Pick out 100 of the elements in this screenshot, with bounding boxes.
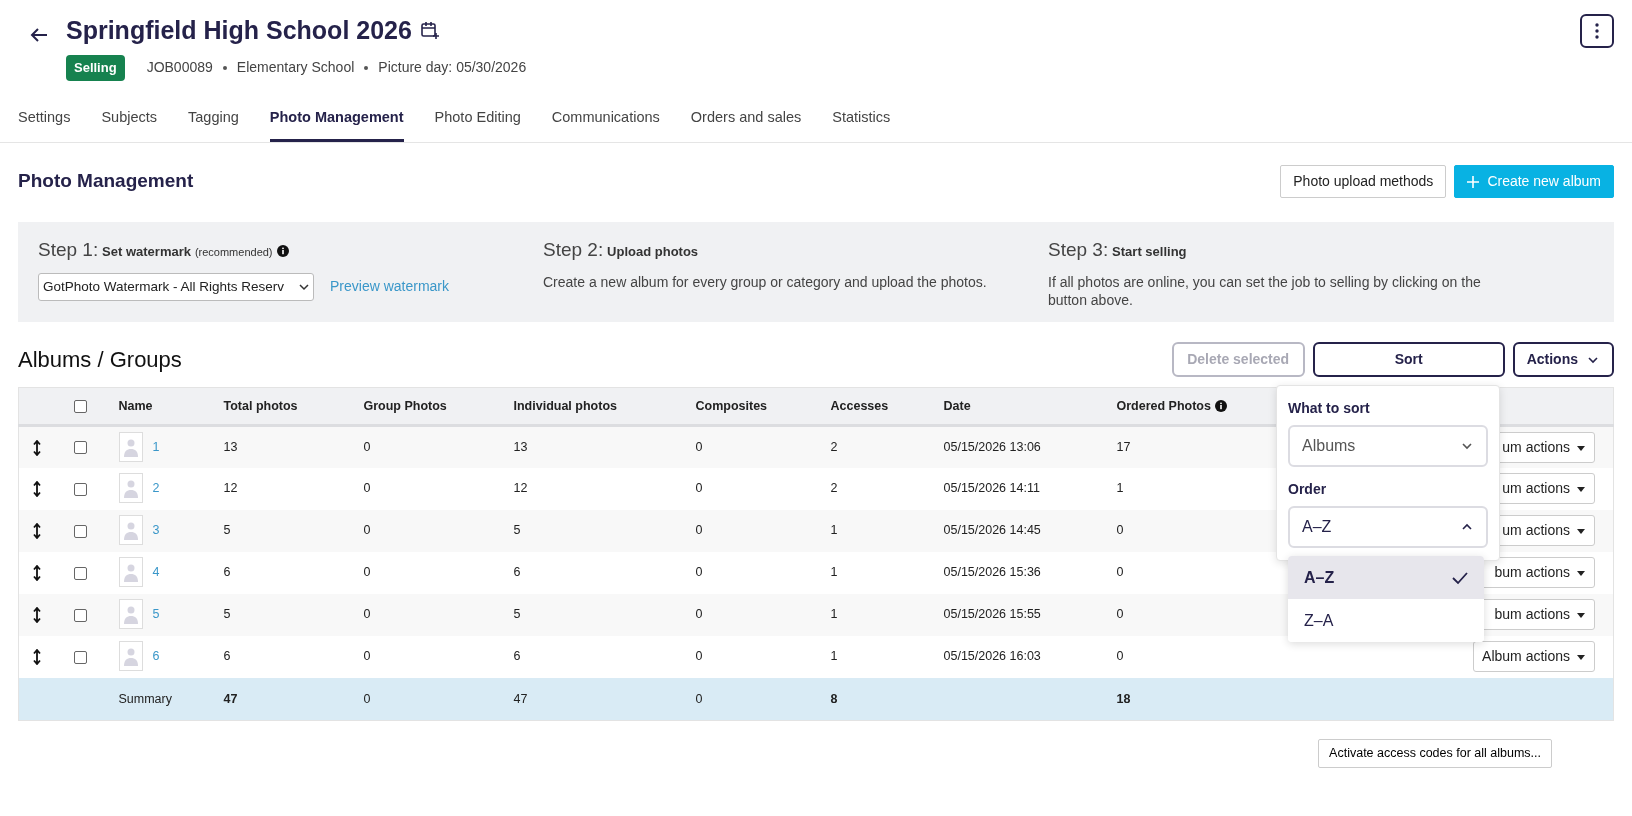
drag-handle-icon[interactable] <box>33 649 41 666</box>
summary-cell: 0 <box>363 691 371 706</box>
upload-methods-button[interactable]: Photo upload methods <box>1280 165 1447 199</box>
row-checkbox[interactable] <box>73 608 87 622</box>
column-header: Group Photos <box>363 398 447 413</box>
table-cell: 2 <box>830 440 838 455</box>
more-icon <box>1595 23 1599 39</box>
tab[interactable]: Communications <box>551 96 660 143</box>
caret-icon <box>1576 484 1586 493</box>
step-heading: Step 3: Start selling <box>1048 238 1187 263</box>
calendar-add-icon[interactable] <box>419 20 440 40</box>
table-cell: 6 <box>223 649 231 664</box>
actions-button[interactable]: Actions <box>1512 342 1614 378</box>
summary-label: Summary <box>118 691 172 706</box>
table-cell: 0 <box>695 481 703 496</box>
status-badge: Selling <box>66 55 125 81</box>
table-cell: 12 <box>223 481 238 496</box>
column-header: Ordered Photos <box>1116 397 1211 415</box>
table-cell: 0 <box>695 565 703 580</box>
caret-icon <box>1576 652 1586 661</box>
page-title: Springfield High School 2026 <box>66 15 412 45</box>
order-option[interactable]: A–Z <box>1288 556 1484 600</box>
drag-handle-icon[interactable] <box>33 565 41 582</box>
what-to-sort-label: What to sort <box>1288 399 1371 419</box>
table-cell: 0 <box>1116 565 1124 580</box>
table-cell: 05/15/2026 13:06 <box>943 440 1041 455</box>
caret-icon <box>1576 610 1586 619</box>
album-actions-button[interactable]: Album actions <box>1473 641 1595 673</box>
album-thumbnail <box>118 432 143 463</box>
table-cell: 05/15/2026 14:45 <box>943 523 1041 538</box>
order-option[interactable]: Z–A <box>1288 599 1484 643</box>
summary-cell: 47 <box>513 691 528 706</box>
what-to-sort-select[interactable]: Albums <box>1288 425 1488 468</box>
select-all-checkbox[interactable] <box>73 400 87 414</box>
drag-handle-icon[interactable] <box>33 481 41 498</box>
tab[interactable]: Orders and sales <box>690 96 802 143</box>
chevron-down-icon <box>299 281 309 292</box>
table-cell: 13 <box>223 440 238 455</box>
caret-icon <box>1576 568 1586 577</box>
table-cell: 0 <box>695 523 703 538</box>
tab[interactable]: Tagging <box>188 96 239 143</box>
table-cell: 0 <box>1116 649 1124 664</box>
table-cell: 5 <box>513 607 521 622</box>
drag-handle-icon[interactable] <box>33 607 41 624</box>
tab[interactable]: Photo Editing <box>434 96 521 143</box>
tab[interactable]: Statistics <box>832 96 891 143</box>
caret-icon <box>1576 526 1586 535</box>
step-description: If all photos are online, you can set the job to selling by clicking on the button above. <box>1048 272 1482 310</box>
column-header: Accesses <box>830 398 889 413</box>
table-cell: 0 <box>363 565 371 580</box>
table-cell: 0 <box>363 649 371 664</box>
album-thumbnail <box>118 599 143 630</box>
more-options-button[interactable] <box>1580 14 1614 48</box>
sort-button[interactable]: Sort <box>1312 342 1505 378</box>
row-checkbox[interactable] <box>73 650 87 664</box>
drag-handle-icon[interactable] <box>33 439 41 456</box>
album-thumbnail <box>118 473 143 504</box>
album-thumbnail <box>118 515 143 546</box>
tab[interactable]: Photo Management <box>269 96 404 143</box>
table-cell: 0 <box>695 649 703 664</box>
table-cell: 0 <box>363 607 371 622</box>
info-icon <box>276 244 289 257</box>
table-cell: 0 <box>1116 607 1124 622</box>
info-icon <box>1214 400 1227 413</box>
order-label: Order <box>1288 480 1328 500</box>
table-cell: 6 <box>513 565 521 580</box>
table-cell: 1 <box>830 607 838 622</box>
table-cell: 1 <box>1116 481 1124 496</box>
row-checkbox[interactable] <box>73 524 87 538</box>
row-checkbox[interactable] <box>73 566 87 580</box>
tab[interactable]: Settings <box>18 96 71 143</box>
tab[interactable]: Subjects <box>101 96 158 143</box>
caret-icon <box>1576 443 1586 452</box>
table-cell: 0 <box>695 607 703 622</box>
albums-title: Albums / Groups <box>18 346 182 373</box>
drag-handle-icon[interactable] <box>33 523 41 540</box>
activate-codes-button[interactable]: Activate access codes for all albums... <box>1318 739 1552 768</box>
table-cell: 17 <box>1116 440 1131 455</box>
job-info: Elementary School <box>236 58 355 78</box>
column-header: Name <box>118 398 153 413</box>
watermark-select[interactable]: GotPhoto Watermark - All Rights Reserv <box>38 272 314 301</box>
column-header: Individual photos <box>513 398 617 413</box>
table-cell: 0 <box>1116 523 1124 538</box>
row-checkbox[interactable] <box>73 482 87 496</box>
column-header: Date <box>943 398 971 413</box>
row-checkbox[interactable] <box>73 441 87 455</box>
table-cell: 05/15/2026 15:55 <box>943 607 1041 622</box>
table-cell: 0 <box>363 481 371 496</box>
album-thumbnail <box>118 641 143 672</box>
step-description: Create a new album for every group or category and upload the photos. <box>543 272 988 291</box>
step-heading: Step 1: Set watermark (recommended) <box>38 238 273 263</box>
order-select[interactable]: A–Z <box>1288 506 1488 549</box>
table-cell: 05/15/2026 15:36 <box>943 565 1041 580</box>
table-cell: 6 <box>513 649 521 664</box>
step-heading: Step 2: Upload photos <box>543 238 699 263</box>
section-title: Photo Management <box>18 170 194 194</box>
summary-cell: 8 <box>830 691 838 706</box>
table-cell: 05/15/2026 16:03 <box>943 649 1041 664</box>
summary-cell: 0 <box>695 691 703 706</box>
table-cell: 1 <box>830 523 838 538</box>
